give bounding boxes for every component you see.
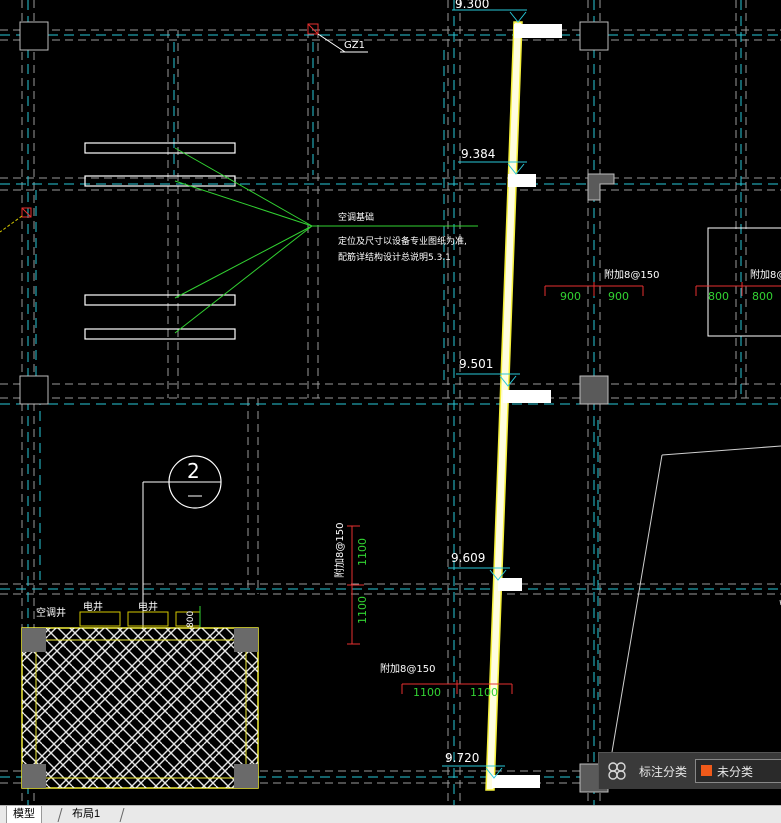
elevation-label-4: 9.609 — [451, 551, 485, 565]
gz1-label: GZ1 — [344, 40, 365, 51]
rebar-label-lower: 附加8@150 — [380, 662, 435, 675]
dim-lower-a: 1100 — [413, 686, 441, 699]
layout-tab-bar: 模型 布局1 — [0, 805, 781, 823]
dim-lower-b: 1100 — [470, 686, 498, 699]
annotation-category-value: 未分类 — [717, 765, 754, 779]
annotation-panel: 标注分类 未分类 — [598, 752, 781, 789]
elevation-label-5: 9.720 — [445, 751, 479, 765]
section-marker: 2 — [142, 455, 222, 650]
leader-note-line1: 空调基础 — [338, 211, 374, 223]
dim-upper-b: 900 — [608, 290, 629, 303]
shafts: 空调井 电井 电井 800 — [36, 600, 201, 630]
room-label-shaft-1: 电井 — [83, 600, 103, 613]
cad-drawing-canvas[interactable]: GZ1 9.300 9.384 9.501 9.609 9.720 空调基础 定… — [0, 0, 781, 805]
sloped-wall — [485, 21, 562, 791]
elevation-label-1: 9.300 — [455, 0, 489, 11]
gz1-marker: GZ1 — [307, 23, 368, 53]
tab-separator — [119, 808, 125, 822]
dim-upper-a: 900 — [560, 290, 581, 303]
rebar-label-upper-1: 附加8@150 — [604, 268, 659, 281]
dim-upper-c: 800 — [708, 290, 729, 303]
dim-upper-d: 800 — [752, 290, 773, 303]
leader-note: 空调基础 定位及尺寸以设备专业图纸为准, 配筋详结构设计总说明5.3.1 — [338, 211, 467, 263]
elevation-labels: 9.300 9.384 9.501 9.609 9.720 — [445, 0, 495, 765]
thin-guides — [611, 445, 781, 753]
tab-layout1[interactable]: 布局1 — [66, 806, 106, 823]
category-color-swatch — [701, 765, 712, 776]
tab-model[interactable]: 模型 — [6, 806, 42, 823]
elevation-label-2: 9.384 — [461, 147, 495, 161]
vertical-rebar: 附加8@150 1100 1100 — [333, 523, 369, 645]
dim-vert-a: 1100 — [356, 538, 369, 566]
rebar-label-vertical: 附加8@150 — [333, 523, 346, 578]
leader-note-line2: 定位及尺寸以设备专业图纸为准, — [338, 235, 467, 247]
annotation-panel-label: 标注分类 — [639, 765, 688, 779]
leader-note-line3: 配筋详结构设计总说明5.3.1 — [338, 251, 451, 263]
room-label-small-dim: 800 — [186, 611, 196, 628]
dim-vert-b: 1100 — [356, 596, 369, 624]
rebar-label-upper-2: 附加8@150 — [750, 268, 781, 281]
section-marker-number: 2 — [187, 459, 200, 483]
hatched-block — [21, 627, 259, 789]
room-label-shaft-2: 电井 — [138, 600, 158, 613]
room-label-ac-shaft: 空调井 — [36, 606, 66, 619]
left-marker — [0, 207, 32, 233]
annotation-category-select[interactable]: 未分类 — [695, 759, 781, 783]
elevation-label-3: 9.501 — [459, 357, 493, 371]
tab-separator — [57, 808, 63, 822]
annotation-category-icon[interactable] — [607, 761, 627, 781]
ac-foundation-slabs — [84, 142, 236, 340]
